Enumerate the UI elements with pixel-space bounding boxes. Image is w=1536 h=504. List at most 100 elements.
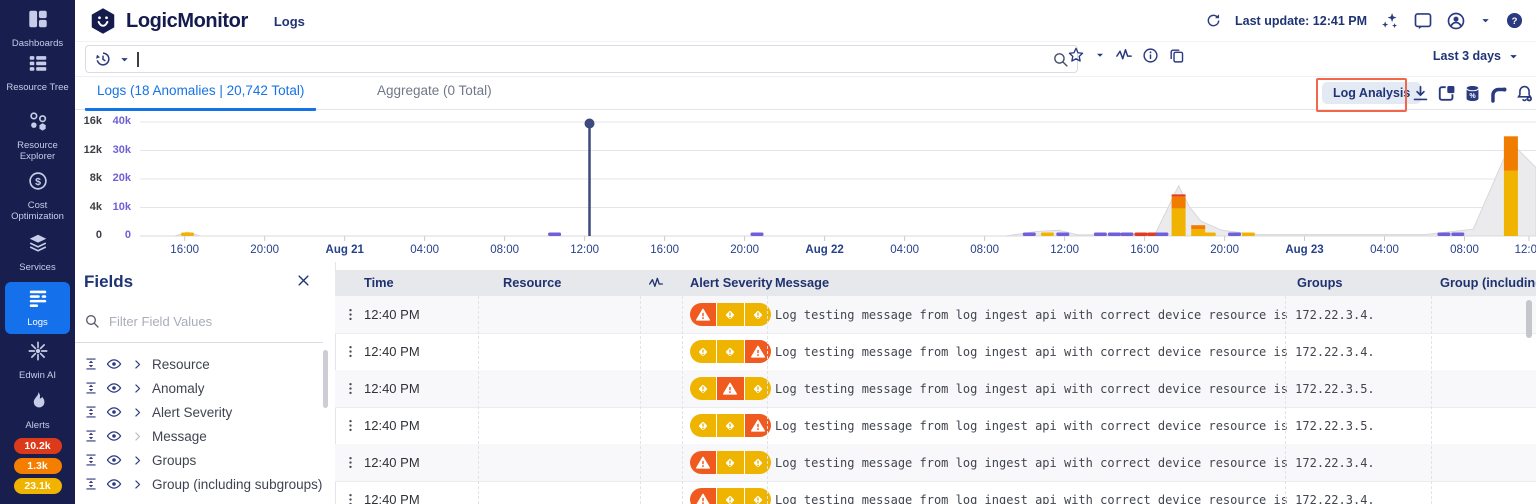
log-row[interactable]: 12:40 PM Log testing message from log in… — [335, 481, 1536, 504]
log-row[interactable]: 12:40 PM Log testing message from log in… — [335, 407, 1536, 445]
row-menu-button[interactable] — [343, 296, 358, 333]
log-row[interactable]: 12:40 PM Log testing message from log in… — [335, 370, 1536, 408]
field-drag-handle[interactable] — [84, 357, 98, 371]
field-drag-handle[interactable] — [84, 381, 98, 395]
field-item[interactable]: Message — [75, 424, 323, 448]
help-button[interactable]: ? — [1505, 11, 1524, 30]
download-button[interactable] — [1411, 84, 1430, 103]
field-item[interactable]: Resource — [75, 352, 323, 376]
sidebar-item-logs[interactable]: Logs — [5, 282, 70, 335]
column-header-time[interactable]: Time — [364, 270, 394, 296]
chevron-right-icon — [135, 383, 141, 393]
log-row[interactable]: 12:40 PM Log testing message from log in… — [335, 296, 1536, 334]
field-drag-handle[interactable] — [84, 405, 98, 419]
log-row[interactable]: 12:40 PM Log testing message from log in… — [335, 444, 1536, 482]
log-search-box[interactable] — [85, 45, 1078, 73]
field-drag-handle[interactable] — [84, 453, 98, 467]
filter-field-input[interactable] — [107, 312, 316, 330]
field-item[interactable]: Alert Severity — [75, 400, 323, 424]
search-input[interactable] — [144, 50, 1046, 68]
column-header-severity[interactable]: Alert Severity — [690, 270, 773, 296]
usage-button[interactable]: % — [1463, 84, 1482, 103]
diamond-icon — [699, 384, 708, 393]
svg-text:%: % — [1469, 92, 1476, 100]
search-icon — [86, 315, 99, 328]
field-item[interactable]: Group (including subgroups) — [75, 472, 323, 496]
history-button[interactable] — [94, 50, 112, 68]
copy-query-button[interactable] — [1168, 47, 1185, 64]
table-header: Time Resource Alert Severity Message Groups G… — [335, 270, 1536, 296]
field-expand-chevron-icon[interactable] — [131, 406, 144, 419]
x-axis-tick: 04:00 — [890, 244, 919, 256]
field-item[interactable]: Groups — [75, 448, 323, 472]
field-expand-chevron-icon[interactable] — [131, 430, 144, 443]
sidebar-item-cost-optimization[interactable]: $ Cost Optimization — [2, 170, 73, 223]
add-widget-button[interactable] — [1437, 84, 1456, 103]
row-time: 12:40 PM — [364, 492, 420, 504]
field-expand-chevron-icon[interactable] — [131, 454, 144, 467]
severity-error-segment — [716, 377, 744, 400]
history-caret-icon[interactable] — [118, 53, 131, 66]
table-scrollbar[interactable] — [1526, 300, 1532, 338]
field-visibility-eye-icon[interactable] — [106, 428, 122, 444]
field-expand-chevron-icon[interactable] — [131, 382, 144, 395]
field-expand-chevron-icon[interactable] — [131, 478, 144, 491]
row-menu-button[interactable] — [343, 370, 358, 407]
tab-logs[interactable]: Logs (18 Anomalies | 20,742 Total) — [85, 76, 317, 111]
sidebar-item-edwin-ai[interactable]: Edwin AI — [2, 340, 73, 381]
user-avatar-button[interactable] — [1446, 11, 1466, 31]
row-menu-button[interactable] — [343, 407, 358, 444]
field-visibility-eye-icon[interactable] — [106, 476, 122, 492]
column-header-anomaly[interactable] — [648, 270, 664, 296]
pipeline-button[interactable] — [1489, 84, 1508, 103]
alert-count-badge[interactable]: 1.3k — [13, 458, 62, 474]
log-analysis-button[interactable]: Log Analysis — [1322, 82, 1422, 104]
sidebar-item-alerts[interactable]: Alerts — [2, 390, 73, 431]
info-button[interactable] — [1142, 47, 1159, 64]
column-header-message[interactable]: Message — [775, 270, 829, 296]
severity-error-segment — [690, 303, 717, 326]
copy-icon — [1170, 48, 1184, 63]
chart-plot[interactable] — [140, 114, 1536, 244]
widget-icon — [1438, 85, 1455, 101]
column-header-subgroups[interactable]: Group (including subgroups) — [1440, 270, 1536, 296]
ai-sparkles-button[interactable] — [1380, 11, 1400, 31]
field-item[interactable]: Anomaly — [75, 376, 323, 400]
log-row[interactable]: 12:40 PM Log testing message from log in… — [335, 333, 1536, 371]
drag-icon — [86, 454, 96, 466]
alert-count-badge[interactable]: 23.1k — [13, 478, 62, 494]
star-caret-icon[interactable] — [1094, 49, 1106, 61]
alert-count-badge[interactable]: 10.2k — [13, 438, 62, 454]
sidebar-item-resource-tree[interactable]: Resource Tree — [2, 52, 73, 93]
alert-settings-button[interactable] — [1515, 84, 1534, 103]
diamond-icon — [753, 384, 762, 393]
field-visibility-eye-icon[interactable] — [106, 356, 122, 372]
favorite-star-button[interactable] — [1067, 46, 1085, 64]
field-drag-handle[interactable] — [84, 477, 98, 491]
sidebar-item-resource-explorer[interactable]: Resource Explorer — [2, 110, 73, 163]
row-menu-button[interactable] — [343, 333, 358, 370]
text-cursor — [137, 51, 139, 67]
avatar-caret-icon[interactable] — [1479, 14, 1492, 27]
time-range-dropdown[interactable]: Last 3 days — [1433, 49, 1520, 63]
sidebar-item-services[interactable]: Services — [2, 232, 73, 273]
row-menu-button[interactable] — [343, 444, 358, 481]
fields-panel-title: Fields — [84, 272, 134, 291]
x-axis-tick: 20:00 — [1210, 244, 1239, 256]
close-fields-button[interactable] — [296, 273, 311, 288]
field-visibility-eye-icon[interactable] — [106, 380, 122, 396]
row-menu-button[interactable] — [343, 481, 358, 504]
fields-scrollbar[interactable] — [323, 350, 328, 408]
field-visibility-eye-icon[interactable] — [106, 404, 122, 420]
column-header-groups[interactable]: Groups — [1297, 270, 1343, 296]
field-visibility-eye-icon[interactable] — [106, 452, 122, 468]
log-table: Time Resource Alert Severity Message Groups G… — [335, 262, 1536, 504]
field-expand-chevron-icon[interactable] — [131, 358, 144, 371]
tab-aggregate[interactable]: Aggregate (0 Total) — [365, 76, 504, 108]
notifications-button[interactable] — [1413, 11, 1433, 31]
anomaly-toggle-button[interactable] — [1115, 46, 1133, 64]
refresh-button[interactable] — [1205, 12, 1222, 29]
sidebar-item-dashboards[interactable]: Dashboards — [2, 8, 73, 49]
field-drag-handle[interactable] — [84, 429, 98, 443]
column-header-resource[interactable]: Resource — [503, 270, 561, 296]
